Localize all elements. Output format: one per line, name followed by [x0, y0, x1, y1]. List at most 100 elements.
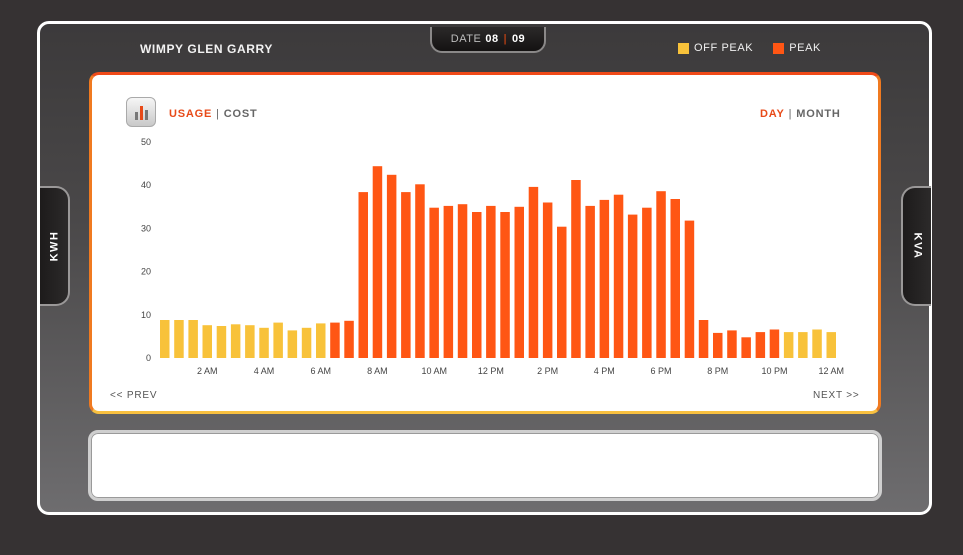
details-panel	[88, 430, 882, 501]
legend-peak-label: PEAK	[789, 42, 821, 54]
usage-cost-toggle: USAGE | COST	[169, 108, 258, 120]
bar-40[interactable]	[727, 330, 737, 358]
x-tick-label-5: 12 PM	[478, 366, 504, 376]
day-tab[interactable]: DAY	[760, 108, 785, 120]
bar-15[interactable]	[372, 166, 383, 358]
bar-47[interactable]	[826, 332, 837, 358]
bar-39[interactable]	[713, 332, 723, 358]
y-tick-label-5: 50	[141, 137, 151, 147]
prev-button[interactable]: << PREV	[110, 390, 157, 401]
bar-20[interactable]	[443, 205, 454, 358]
bar-35[interactable]	[656, 191, 666, 358]
bar-12[interactable]	[330, 322, 340, 358]
bar-43[interactable]	[769, 329, 780, 359]
x-tick-label-8: 6 PM	[650, 366, 671, 376]
icon-bar-3	[144, 110, 148, 120]
y-tick-label-1: 10	[141, 310, 151, 320]
month-tab[interactable]: MONTH	[796, 108, 840, 120]
bar-28[interactable]	[557, 226, 567, 358]
bar-21[interactable]	[457, 204, 468, 358]
bar-9[interactable]	[287, 330, 298, 358]
legend-off-peak: OFF PEAK	[678, 42, 753, 54]
bar-44[interactable]	[783, 332, 794, 358]
bar-19[interactable]	[429, 207, 439, 358]
legend-peak: PEAK	[773, 42, 821, 54]
bar-8[interactable]	[273, 322, 283, 358]
date-selector[interactable]: DATE 08 | 09	[430, 27, 546, 53]
x-tick-label-7: 4 PM	[594, 366, 615, 376]
bar-25[interactable]	[514, 206, 525, 358]
bar-22[interactable]	[472, 212, 482, 358]
x-tick-label-6: 2 PM	[537, 366, 558, 376]
date-label: DATE	[450, 33, 482, 45]
date-day[interactable]: 09	[512, 33, 525, 45]
bar-32[interactable]	[613, 194, 624, 358]
x-tick-label-0: 2 AM	[197, 366, 218, 376]
bar-16[interactable]	[386, 174, 397, 358]
date-separator: |	[503, 33, 507, 45]
bar-1[interactable]	[174, 320, 184, 358]
usage-bar-chart: 0 10 20 30 40 50 2 AM 4 AM 6 AM 8 AM 10 AM 12 PM 2 P…	[141, 137, 844, 376]
icon-bar-2	[139, 106, 143, 120]
y-tick-label-4: 40	[141, 180, 151, 190]
bar-29[interactable]	[571, 180, 581, 358]
bar-37[interactable]	[684, 220, 695, 358]
bar-38[interactable]	[698, 320, 709, 358]
x-tick-label-11: 12 AM	[818, 366, 844, 376]
x-tick-label-10: 10 PM	[761, 366, 787, 376]
bar-30[interactable]	[585, 205, 595, 358]
bar-27[interactable]	[542, 202, 553, 359]
bar-7[interactable]	[259, 327, 269, 358]
bar-34[interactable]	[642, 207, 652, 358]
legend-off-peak-label: OFF PEAK	[694, 42, 754, 54]
icon-bar-1	[134, 112, 138, 120]
x-tick-label-1: 4 AM	[254, 366, 275, 376]
bar-6[interactable]	[245, 325, 255, 358]
toggle-separator: |	[216, 108, 220, 120]
off-peak-swatch	[678, 42, 689, 54]
bar-0[interactable]	[160, 320, 170, 358]
period-separator: |	[788, 108, 793, 120]
bar-24[interactable]	[500, 212, 510, 358]
date-month[interactable]: 08	[485, 33, 498, 45]
bar-13[interactable]	[344, 320, 354, 358]
site-title: WIMPY GLEN GARRY	[140, 42, 273, 56]
x-tick-label-2: 6 AM	[310, 366, 331, 376]
x-tick-label-3: 8 AM	[367, 366, 388, 376]
bar-23[interactable]	[486, 205, 496, 358]
usage-tab[interactable]: USAGE	[169, 108, 212, 120]
y-tick-label-2: 20	[141, 267, 151, 277]
bar-2[interactable]	[188, 320, 198, 358]
next-button[interactable]: NEXT >>	[813, 390, 860, 401]
y-tick-label-3: 30	[141, 223, 151, 233]
bar-10[interactable]	[301, 327, 312, 358]
bar-11[interactable]	[316, 323, 326, 358]
bar-26[interactable]	[528, 186, 539, 358]
bar-14[interactable]	[358, 192, 369, 358]
peak-swatch	[773, 42, 785, 54]
kva-tab-label: KVA	[910, 232, 923, 260]
bar-33[interactable]	[627, 214, 638, 358]
chart-legend: OFF PEAK PEAK	[678, 42, 841, 54]
bar-45[interactable]	[798, 332, 808, 358]
bar-42[interactable]	[755, 332, 766, 358]
bar-17[interactable]	[401, 192, 411, 358]
cost-tab[interactable]: COST	[224, 108, 258, 120]
day-month-toggle: DAY | MONTH	[760, 108, 841, 120]
bar-chart-icon[interactable]	[126, 97, 156, 127]
bar-36[interactable]	[670, 199, 681, 358]
y-tick-label-0: 0	[146, 353, 151, 363]
bar-41[interactable]	[741, 337, 751, 358]
x-tick-label-9: 8 PM	[707, 366, 728, 376]
x-tick-label-4: 10 AM	[421, 366, 447, 376]
kwh-tab-label: KWH	[48, 230, 60, 262]
kva-tab[interactable]: KVA	[901, 186, 931, 306]
bar-5[interactable]	[230, 324, 241, 358]
bar-46[interactable]	[812, 329, 822, 359]
bar-31[interactable]	[599, 199, 610, 358]
kwh-tab[interactable]: KWH	[40, 186, 70, 306]
bar-4[interactable]	[216, 326, 227, 358]
bar-3[interactable]	[202, 325, 213, 358]
bar-18[interactable]	[415, 184, 425, 358]
chart-panel: 0 10 20 30 40 50 2 AM 4 AM 6 AM 8 AM 10 AM 12 PM 2 P…	[89, 72, 881, 414]
